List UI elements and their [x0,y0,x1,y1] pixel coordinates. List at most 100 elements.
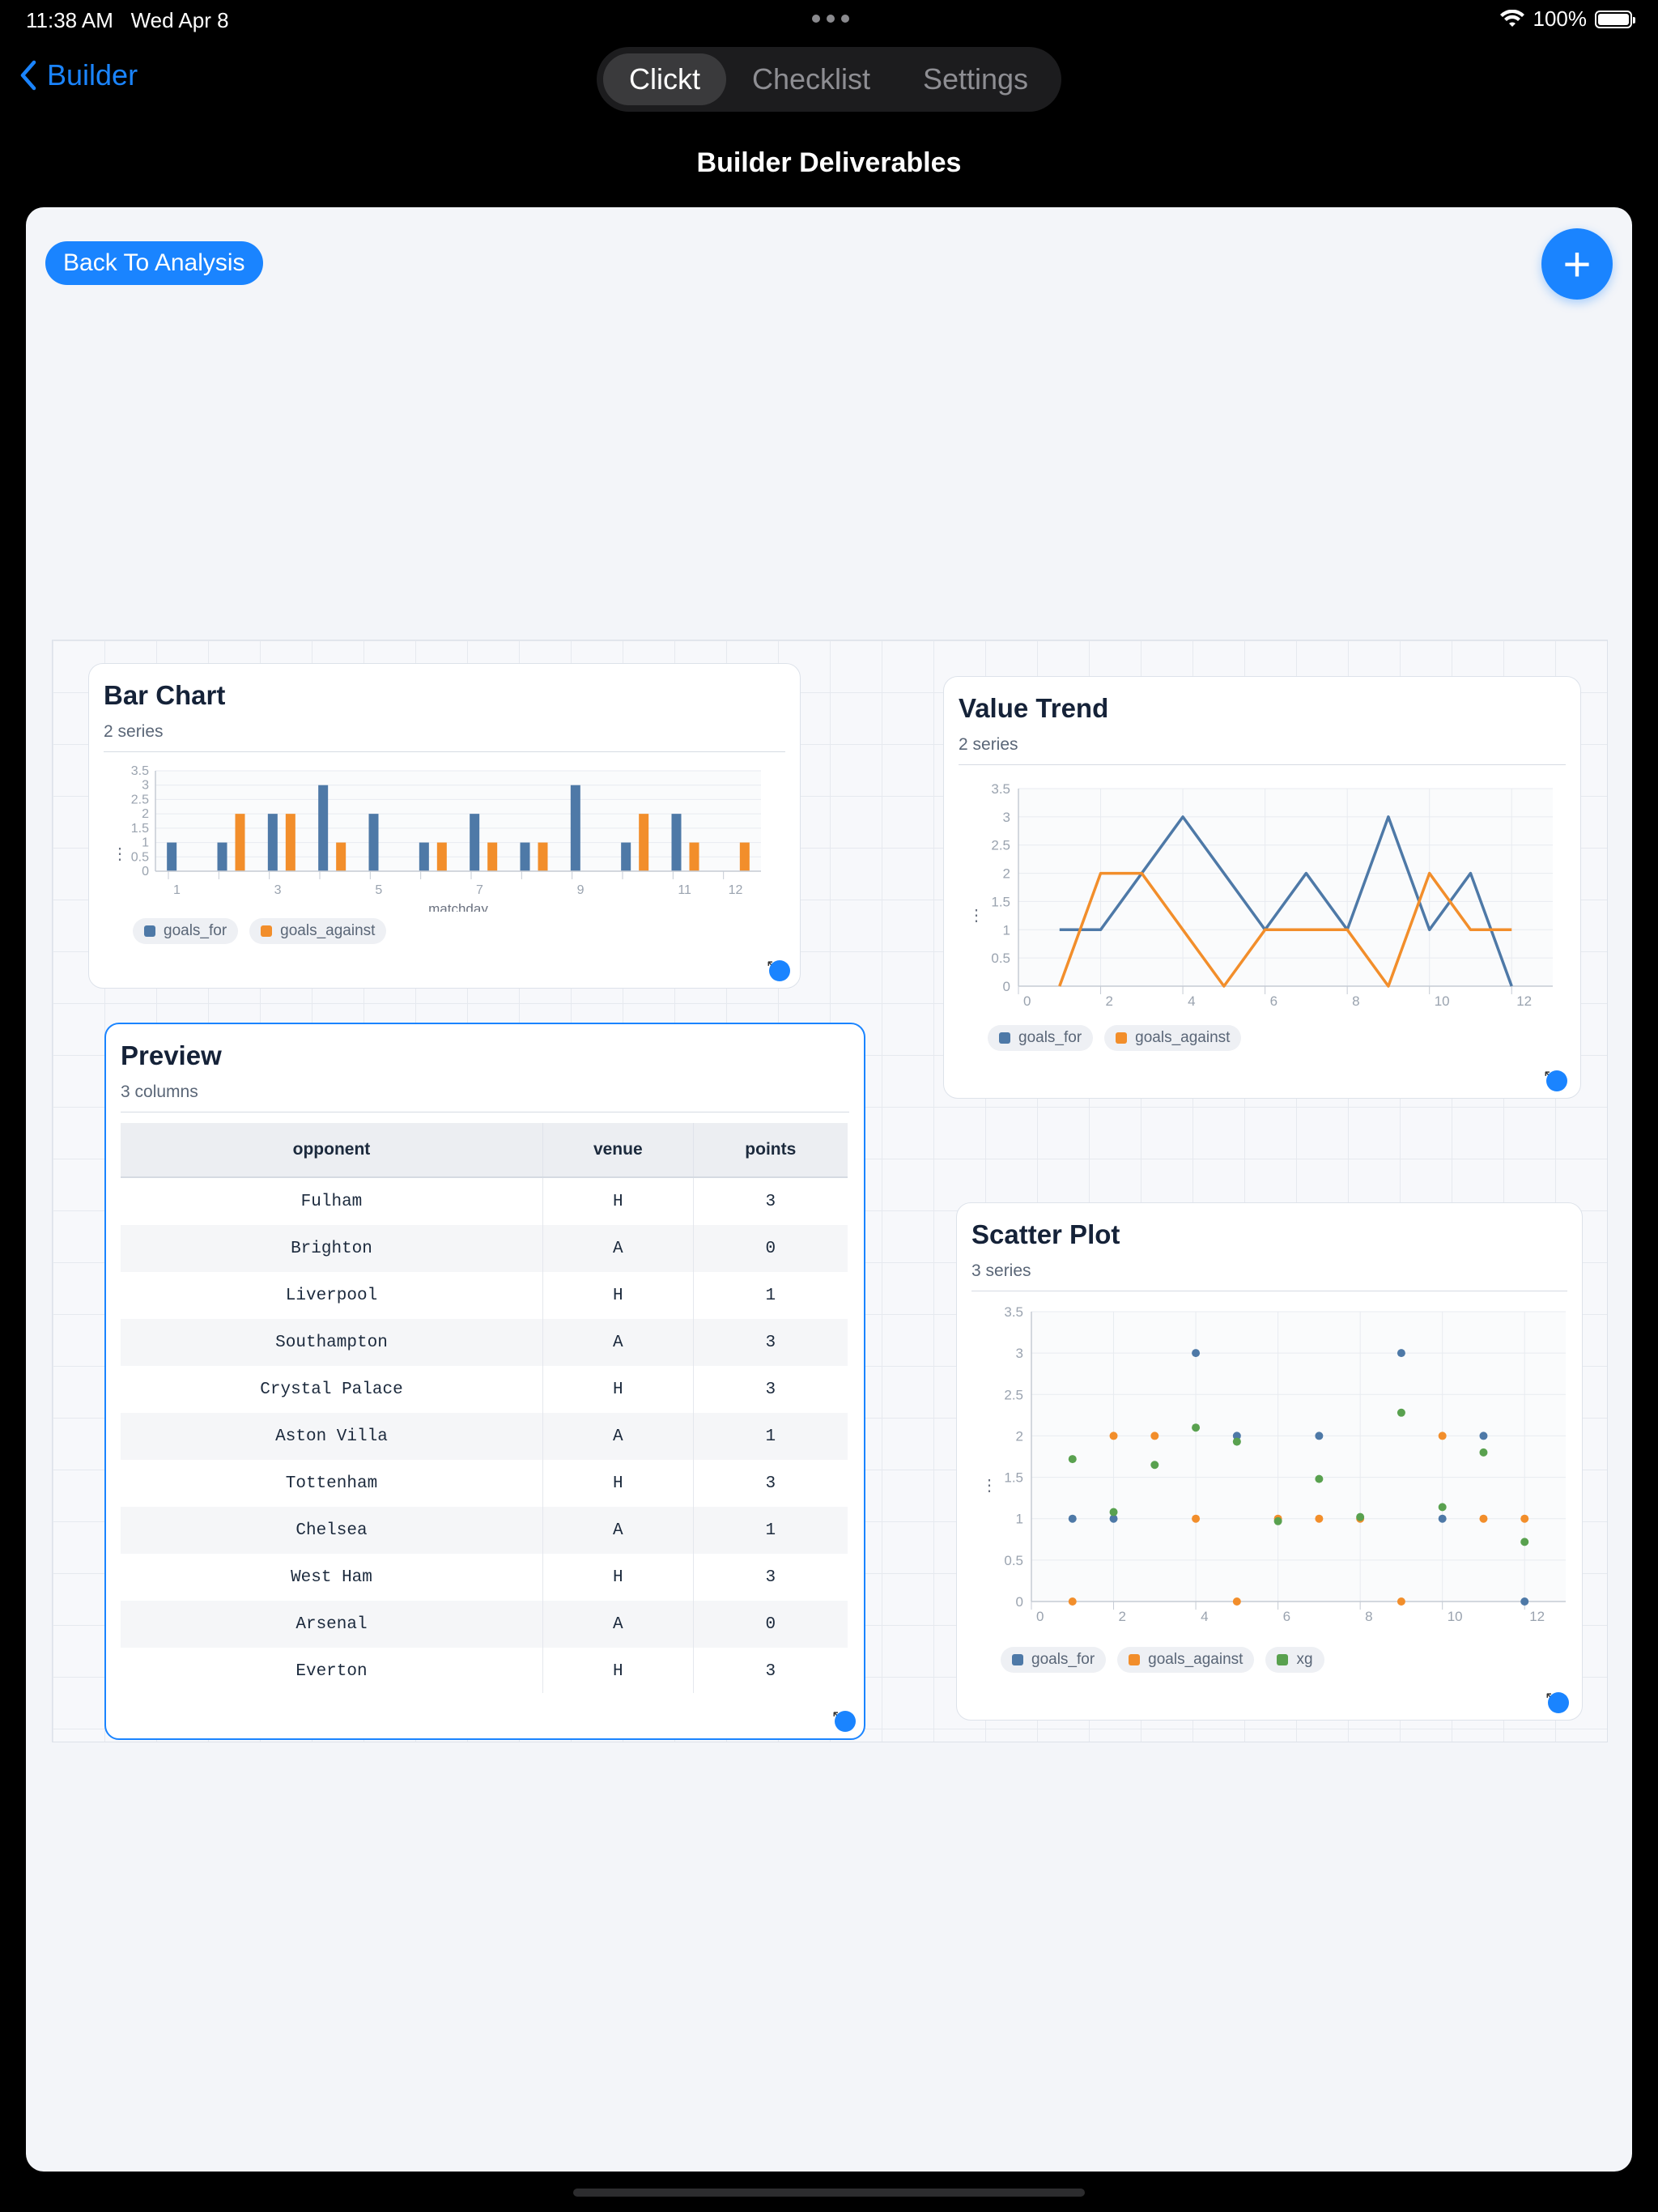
preview-table-card[interactable]: Preview 3 columns opponent venue points … [104,1023,865,1740]
column-header-venue[interactable]: venue [542,1123,694,1178]
chevron-left-icon [20,60,36,91]
table-cell-points: 3 [765,1661,776,1681]
table-row[interactable]: Chelsea A 1 [121,1507,848,1554]
legend-goals-for[interactable]: goals_for [133,918,239,944]
point-goals_against [1479,1514,1488,1523]
bar-chart-card[interactable]: Bar Chart 2 series ⋮ 0 0.5 1 1.5 2 2.5 3 3.5 1 3 5… [88,663,801,989]
table-row[interactable]: Crystal Palace H 3 [121,1366,848,1413]
x-tick-label: 10 [1435,993,1450,1009]
line-chart-plot: 0 0.5 1 1.5 2 2.5 3 3.5 0 2 4 6 8 10 12 x [991,781,1553,1015]
point-goals_for [1315,1431,1324,1440]
resize-handle[interactable] [1546,1070,1567,1091]
plot-area [155,771,761,871]
y-tick-label: 2 [1016,1428,1023,1444]
y-tick-label: 1.5 [131,822,149,836]
x-tick-label: 6 [1283,1609,1290,1623]
back-to-analysis-button[interactable]: Back To Analysis [45,241,263,285]
x-tick-label: 4 [1201,1609,1208,1623]
legend-goals-against[interactable]: goals_against [1117,1647,1255,1673]
point-goals_against [1397,1597,1405,1606]
status-bar: 11:38 AM Wed Apr 8 100% [0,0,1658,40]
bar-goals_for [217,842,227,871]
add-button[interactable]: + [1541,228,1613,300]
table-row[interactable]: Everton H 3 [121,1648,848,1693]
back-button[interactable]: Builder [19,58,138,92]
table-cell-points: 3 [693,1319,848,1366]
point-xg [1150,1461,1159,1470]
bar-goals_against [487,842,498,871]
x-tick-label: 4 [1188,993,1195,1009]
x-tick-label: 12 [729,883,743,897]
table-cell-opponent: Fulham [121,1177,543,1225]
table-cell-venue: H [542,1272,694,1319]
y-tick-label: 2.5 [991,838,1010,853]
x-tick-label: 6 [1270,993,1278,1009]
point-goals_for [1520,1597,1529,1606]
preview-table: opponent venue points Fulham H 3 Brighton A 0… [121,1123,848,1693]
divider [104,751,785,752]
y-tick-label: 3.5 [131,764,149,778]
bar-goals_for [167,842,177,871]
bar-goals_against [436,842,447,871]
card-title: Value Trend [959,693,1109,723]
table-row[interactable]: Arsenal A 0 [121,1601,848,1648]
x-tick-label: 8 [1352,993,1359,1009]
x-tick-label: 11 [678,883,691,897]
point-goals_for [1397,1349,1405,1358]
status-time: 11:38 AM Wed Apr 8 [26,8,229,32]
bar-goals_against [538,842,548,871]
home-indicator[interactable] [573,2189,1085,2197]
column-header-points[interactable]: points [693,1123,848,1178]
table-row[interactable]: Tottenham H 3 [121,1460,848,1507]
x-tick-label: 5 [375,883,382,897]
legend-xg[interactable]: xg [1265,1647,1324,1673]
legend-goals-against[interactable]: goals_against [249,918,387,944]
tab-settings[interactable]: Settings [896,53,1055,105]
table-cell-opponent: Arsenal [121,1601,543,1648]
point-goals_against [1438,1431,1447,1440]
bar-goals_for [570,785,580,871]
table-row[interactable]: Southampton A 3 [121,1319,848,1366]
resize-handle[interactable] [1548,1692,1569,1713]
scatter-plot-card[interactable]: Scatter Plot 3 series ⋮ 0 0.5 1 1.5 2 2.5 3 3.5… [956,1202,1583,1721]
multitasking-dots-icon[interactable] [812,15,849,23]
value-trend-card[interactable]: Value Trend 2 series ⋮ 0 0.5 1 1.5 2 2.5 3 3.5 0… [943,676,1581,1099]
bar-chart-plot: 00.511.522.533.51 3 5 7 9 11 12matchday [131,764,761,912]
table-cell-opponent: Liverpool [121,1272,543,1319]
point-goals_against [1192,1514,1201,1523]
legend-goals-against[interactable]: goals_against [1104,1025,1242,1051]
table-cell-venue: A [542,1507,694,1554]
scatter-legend: goals_for goals_against xg [1001,1647,1324,1673]
bar-goals_for [419,842,429,871]
resize-handle[interactable] [769,960,790,981]
divider [959,764,1566,765]
builder-sheet: Back To Analysis + Bar Chart 2 series ⋮ … [26,207,1632,2172]
point-goals_against [1150,1431,1159,1440]
point-goals_against [1315,1514,1324,1523]
tab-checklist[interactable]: Checklist [726,53,896,105]
resize-handle[interactable] [835,1711,856,1732]
table-cell-opponent: Tottenham [121,1460,543,1507]
point-xg [1438,1503,1447,1512]
tab-clickt[interactable]: Clickt [603,53,726,105]
table-cell-opponent: West Ham [121,1554,543,1601]
preview-table-scroll[interactable]: opponent venue points Fulham H 3 Brighton A 0… [121,1123,848,1693]
table-row[interactable]: West Ham H 3 [121,1554,848,1601]
x-axis-label: matchday [428,901,488,912]
table-row[interactable]: Brighton A 0 [121,1225,848,1272]
table-cell-opponent: Chelsea [121,1507,543,1554]
legend-goals-for[interactable]: goals_for [1001,1647,1107,1673]
x-tick-label: 0 [1036,1609,1044,1623]
table-cell-venue: A [542,1319,694,1366]
bar-goals_for [267,814,278,871]
table-cell-venue: H [542,1554,694,1601]
wifi-icon [1499,9,1524,27]
table-row[interactable]: Liverpool H 1 [121,1272,848,1319]
table-row[interactable]: Aston Villa A 1 [121,1413,848,1460]
legend-goals-for[interactable]: goals_for [988,1025,1094,1051]
column-header-opponent[interactable]: opponent [121,1123,543,1178]
table-row[interactable]: Fulham H 3 [121,1177,848,1225]
x-axis-label: x [1282,1014,1290,1015]
builder-canvas[interactable]: Bar Chart 2 series ⋮ 0 0.5 1 1.5 2 2.5 3 3.5 1 3 5… [52,640,1608,1742]
point-xg [1109,1508,1118,1516]
